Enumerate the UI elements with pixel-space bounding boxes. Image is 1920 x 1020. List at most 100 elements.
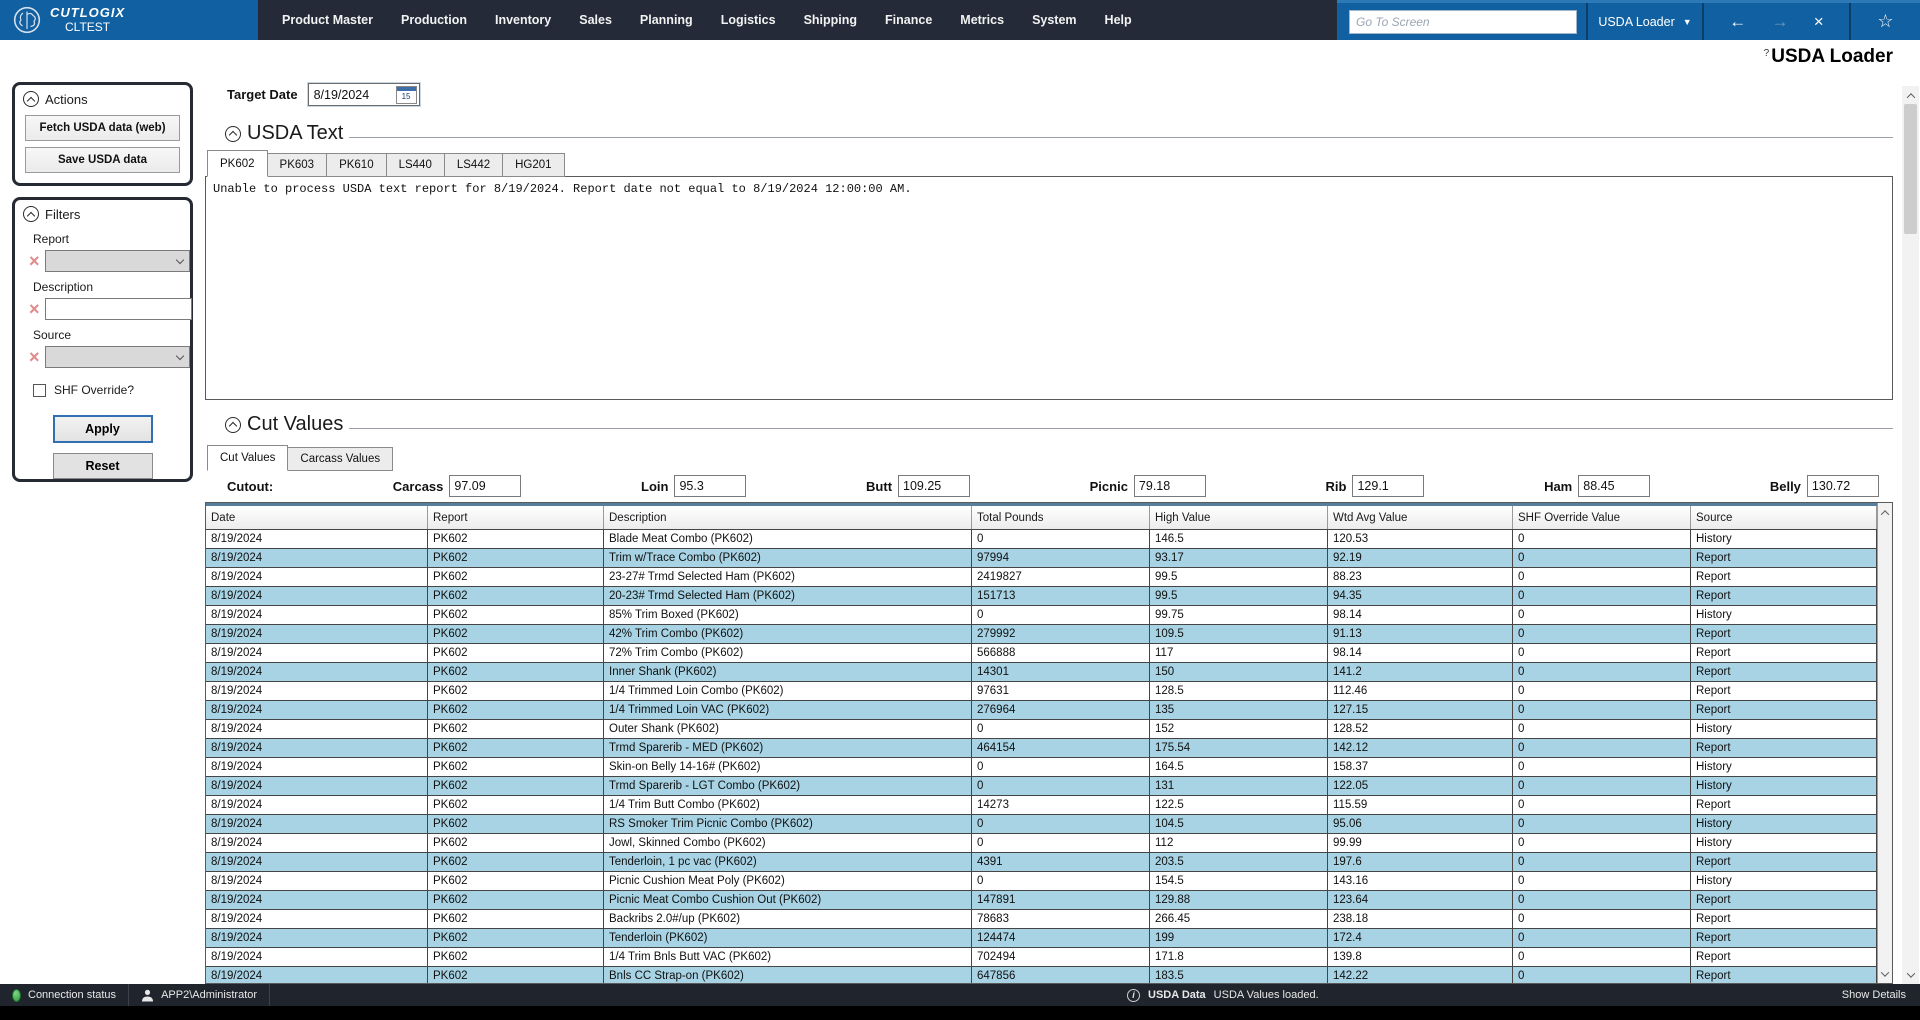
scroll-up-icon[interactable] <box>1902 88 1919 103</box>
table-row[interactable]: 8/19/2024 PK602 1/4 Trim Butt Combo (PK602… <box>206 796 1877 815</box>
tab-hg201[interactable]: HG201 <box>503 153 565 177</box>
column-header-source[interactable]: Source <box>1691 506 1877 529</box>
column-header-report[interactable]: Report <box>428 506 604 529</box>
cutout-value-loin[interactable]: 95.3 <box>674 475 747 497</box>
favorite-star-icon[interactable]: ☆ <box>1877 11 1893 32</box>
tab-ls440[interactable]: LS440 <box>386 153 445 177</box>
calendar-icon[interactable]: 15 <box>395 85 417 104</box>
close-screen-button[interactable]: × <box>1814 13 1824 30</box>
table-row[interactable]: 8/19/2024 PK602 1/4 Trim Bnls Butt VAC (PK… <box>206 948 1877 967</box>
go-to-screen-input[interactable] <box>1349 9 1577 34</box>
cutout-label-ham: Ham <box>1544 478 1573 494</box>
source-filter-select[interactable] <box>44 346 190 368</box>
table-row[interactable]: 8/19/2024 PK602 Trmd Sparerib - LGT Combo … <box>206 777 1877 796</box>
scroll-down-icon[interactable] <box>1878 966 1892 981</box>
clear-description-filter-icon[interactable]: × <box>29 300 40 318</box>
cutout-value-carcass[interactable]: 97.09 <box>449 475 522 497</box>
user-info[interactable]: APP2\Administrator <box>128 984 271 1006</box>
cutout-value-ham[interactable]: 88.45 <box>1578 475 1651 497</box>
table-row[interactable]: 8/19/2024 PK602 Outer Shank (PK602) 0 152 128… <box>206 720 1877 739</box>
table-row[interactable]: 8/19/2024 PK602 Picnic Cushion Meat Poly (… <box>206 872 1877 891</box>
table-row[interactable]: 8/19/2024 PK602 Jowl, Skinned Combo (PK602… <box>206 834 1877 853</box>
cell-total-pounds: 147891 <box>972 891 1150 910</box>
menu-sales[interactable]: Sales <box>579 13 612 27</box>
cell-wtd-avg-value: 142.12 <box>1328 739 1513 758</box>
menu-finance[interactable]: Finance <box>885 13 932 27</box>
table-row[interactable]: 8/19/2024 PK602 1/4 Trimmed Loin VAC (PK60… <box>206 701 1877 720</box>
table-row[interactable]: 8/19/2024 PK602 Trmd Sparerib - MED (PK602… <box>206 739 1877 758</box>
fetch-usda-data-button[interactable]: Fetch USDA data (web) <box>25 115 180 141</box>
clear-report-filter-icon[interactable]: × <box>29 252 40 270</box>
cutout-value-picnic[interactable]: 79.18 <box>1133 475 1206 497</box>
collapse-filters-icon[interactable] <box>23 206 39 222</box>
table-row[interactable]: 8/19/2024 PK602 Inner Shank (PK602) 14301 15… <box>206 663 1877 682</box>
scroll-up-icon[interactable] <box>1878 505 1892 520</box>
tab-cut-values[interactable]: Cut Values <box>207 445 289 471</box>
app-logo[interactable]: CUTLOGIX CLTEST <box>0 0 258 40</box>
cutout-value-rib[interactable]: 129.1 <box>1352 475 1425 497</box>
table-row[interactable]: 8/19/2024 PK602 42% Trim Combo (PK602) 2799… <box>206 625 1877 644</box>
table-scrollbar[interactable] <box>1877 503 1892 983</box>
apply-filters-button[interactable]: Apply <box>52 415 153 443</box>
help-icon[interactable]: ? <box>1764 48 1770 59</box>
collapse-usda-text-icon[interactable] <box>225 125 241 142</box>
reset-filters-button[interactable]: Reset <box>52 453 153 479</box>
usda-report-textarea[interactable]: Unable to process USDA text report for 8… <box>205 176 1893 400</box>
collapse-cut-values-icon[interactable] <box>225 416 241 433</box>
screen-selector-dropdown[interactable]: USDA Loader ▼ <box>1586 3 1704 40</box>
table-row[interactable]: 8/19/2024 PK602 Tenderloin (PK602) 124474 19… <box>206 929 1877 948</box>
cutout-value-belly[interactable]: 130.72 <box>1806 475 1879 497</box>
tab-pk610[interactable]: PK610 <box>327 153 387 177</box>
menu-product-master[interactable]: Product Master <box>282 13 373 27</box>
tab-pk603[interactable]: PK603 <box>267 153 328 177</box>
connection-status-icon <box>12 988 21 1002</box>
table-row[interactable]: 8/19/2024 PK602 1/4 Trimmed Loin Combo (PK… <box>206 682 1877 701</box>
scroll-down-icon[interactable] <box>1902 967 1919 982</box>
scrollbar-thumb[interactable] <box>1904 104 1917 234</box>
source-filter-label: Source <box>33 328 72 342</box>
column-header-date[interactable]: Date <box>206 506 428 529</box>
menu-system[interactable]: System <box>1032 13 1076 27</box>
menu-production[interactable]: Production <box>401 13 467 27</box>
menu-inventory[interactable]: Inventory <box>495 13 551 27</box>
forward-arrow-button[interactable]: → <box>1772 13 1789 30</box>
table-row[interactable]: 8/19/2024 PK602 Skin-on Belly 14-16# (PK60… <box>206 758 1877 777</box>
menu-help[interactable]: Help <box>1105 13 1132 27</box>
cutout-field-butt: Butt 109.25 <box>866 475 971 497</box>
table-row[interactable]: 8/19/2024 PK602 Bnls CC Strap-on (PK602) 64… <box>206 967 1877 983</box>
table-row[interactable]: 8/19/2024 PK602 Blade Meat Combo (PK602) 0 1… <box>206 530 1877 549</box>
connection-status: Connection status <box>0 984 128 1006</box>
collapse-actions-icon[interactable] <box>23 91 39 107</box>
column-header-description[interactable]: Description <box>604 506 972 529</box>
table-row[interactable]: 8/19/2024 PK602 20-23# Trmd Selected Ham (… <box>206 587 1877 606</box>
table-row[interactable]: 8/19/2024 PK602 Backribs 2.0#/up (PK602) 78… <box>206 910 1877 929</box>
show-details-link[interactable]: Show Details <box>1842 989 1906 1001</box>
table-row[interactable]: 8/19/2024 PK602 Trim w/Trace Combo (PK602)… <box>206 549 1877 568</box>
table-row[interactable]: 8/19/2024 PK602 23-27# Trmd Selected Ham (… <box>206 568 1877 587</box>
clear-source-filter-icon[interactable]: × <box>29 348 40 366</box>
save-usda-data-button[interactable]: Save USDA data <box>25 147 180 173</box>
table-row[interactable]: 8/19/2024 PK602 72% Trim Combo (PK602) 5668… <box>206 644 1877 663</box>
back-arrow-button[interactable]: ← <box>1729 13 1746 30</box>
page-scrollbar[interactable] <box>1902 86 1919 984</box>
menu-metrics[interactable]: Metrics <box>960 13 1004 27</box>
table-row[interactable]: 8/19/2024 PK602 Tenderloin, 1 pc vac (PK60… <box>206 853 1877 872</box>
cutout-value-butt[interactable]: 109.25 <box>898 475 971 497</box>
column-header-wtd-avg-value[interactable]: Wtd Avg Value <box>1328 506 1513 529</box>
table-row[interactable]: 8/19/2024 PK602 Picnic Meat Combo Cushion … <box>206 891 1877 910</box>
tab-ls442[interactable]: LS442 <box>444 153 504 177</box>
target-date-input[interactable]: 8/19/2024 15 <box>306 82 421 107</box>
description-filter-input[interactable] <box>44 298 192 320</box>
table-row[interactable]: 8/19/2024 PK602 85% Trim Boxed (PK602) 0 99.… <box>206 606 1877 625</box>
tab-carcass-values[interactable]: Carcass Values <box>288 447 394 471</box>
column-header-total-pounds[interactable]: Total Pounds <box>972 506 1150 529</box>
column-header-high-value[interactable]: High Value <box>1150 506 1328 529</box>
shf-override-checkbox[interactable] <box>33 383 46 397</box>
tab-pk602[interactable]: PK602 <box>207 150 268 177</box>
report-filter-select[interactable] <box>44 250 190 272</box>
menu-logistics[interactable]: Logistics <box>721 13 776 27</box>
menu-shipping[interactable]: Shipping <box>804 13 857 27</box>
column-header-shf-override-value[interactable]: SHF Override Value <box>1513 506 1691 529</box>
menu-planning[interactable]: Planning <box>640 13 693 27</box>
table-row[interactable]: 8/19/2024 PK602 RS Smoker Trim Picnic Comb… <box>206 815 1877 834</box>
